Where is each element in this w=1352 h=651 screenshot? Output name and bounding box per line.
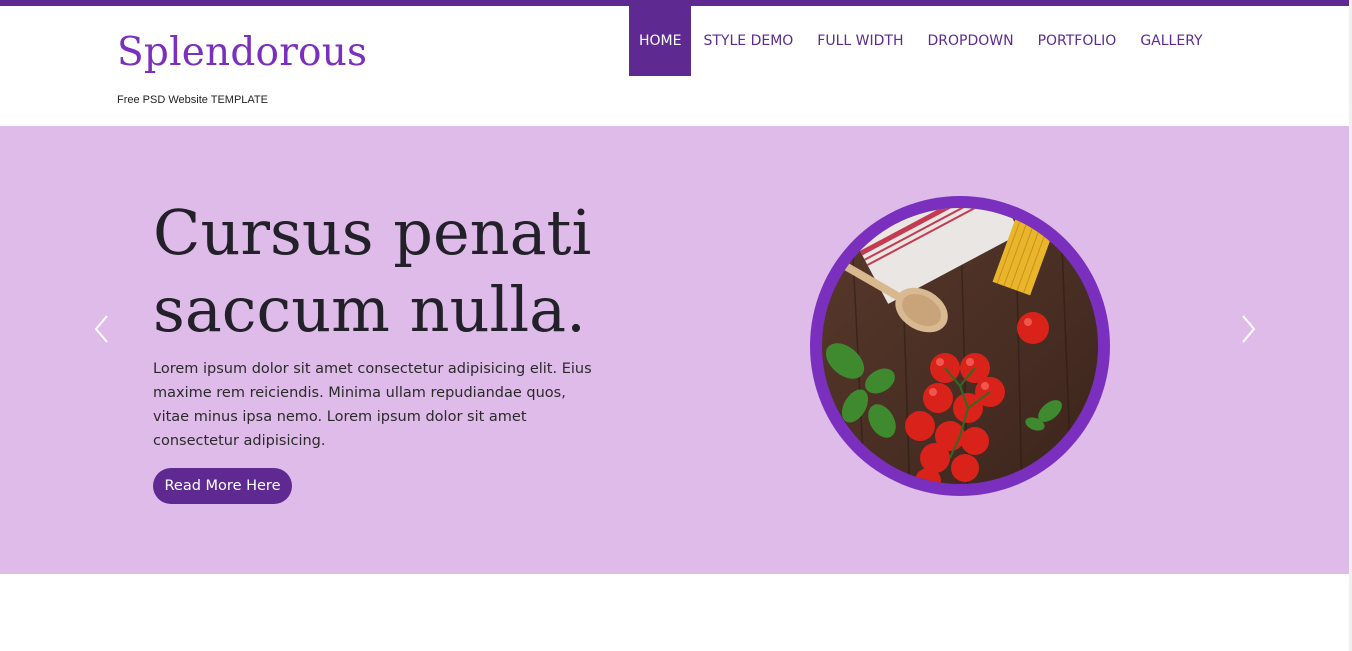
nav-item-gallery[interactable]: GALLERY [1128,6,1214,76]
hero-headline-line-1: Cursus penati [153,196,592,269]
nav-item-full-width[interactable]: FULL WIDTH [805,6,915,76]
hero-food-photo [810,196,1110,496]
read-more-button[interactable]: Read More Here [153,468,292,504]
nav-item-portfolio[interactable]: PORTFOLIO [1026,6,1129,76]
nav-item-dropdown[interactable]: DROPDOWN [915,6,1025,76]
chevron-left-icon[interactable] [92,312,112,346]
main-nav: HOME STYLE DEMO FULL WIDTH DROPDOWN PORT… [629,6,1215,76]
site-tagline: Free PSD Website TEMPLATE [117,94,268,106]
nav-item-style-demo[interactable]: STYLE DEMO [691,6,805,76]
nav-item-home[interactable]: HOME [629,6,692,76]
hero-description: Lorem ipsum dolor sit amet consectetur a… [153,361,592,449]
chevron-right-icon[interactable] [1238,312,1258,346]
site-logo[interactable]: Splendorous [117,30,367,77]
hero-headline: Cursus penati saccum nulla. [153,194,591,348]
hero-headline-line-2: saccum nulla. [153,273,586,346]
